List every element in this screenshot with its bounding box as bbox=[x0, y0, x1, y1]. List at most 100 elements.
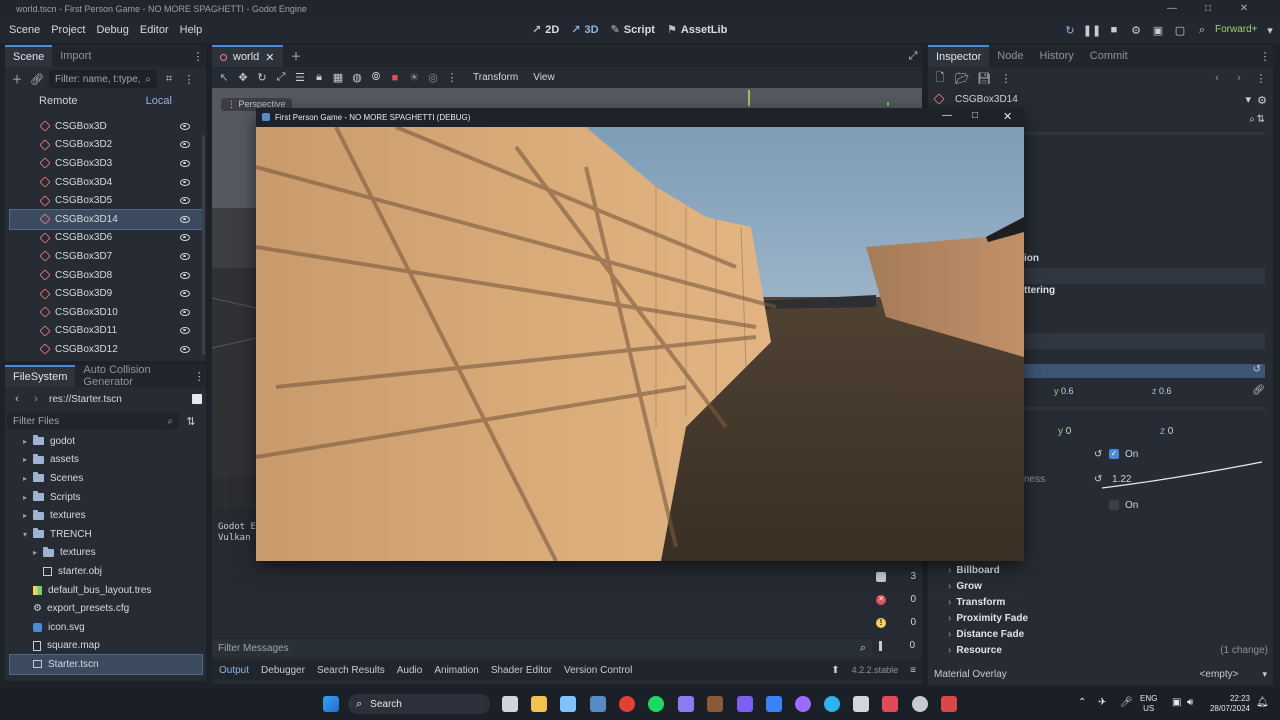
menu-editor[interactable]: Editor bbox=[140, 24, 169, 36]
visibility-eye-icon[interactable] bbox=[180, 290, 190, 298]
message-filter-count[interactable]: 3 bbox=[876, 571, 916, 582]
run-scene-icon[interactable]: ▣ bbox=[1150, 22, 1166, 38]
network-icon[interactable]: ✈ bbox=[1098, 697, 1106, 708]
tab-filesystem[interactable]: FileSystem bbox=[5, 365, 76, 387]
menu-scene[interactable]: Scene bbox=[9, 24, 40, 36]
viewport-menu-icon[interactable]: ⋮ bbox=[444, 70, 460, 86]
minecraft-icon[interactable] bbox=[707, 696, 723, 712]
node-settings-icon[interactable]: ⚙ bbox=[1257, 94, 1267, 107]
curve-slider[interactable] bbox=[1100, 460, 1264, 490]
vec1-z-value[interactable]: 0.6 bbox=[1159, 386, 1172, 396]
renderer-selector[interactable]: Forward+ bbox=[1215, 24, 1258, 35]
checkbox-unchecked-icon[interactable] bbox=[1109, 500, 1119, 510]
obsidian-icon[interactable] bbox=[737, 696, 753, 712]
tab-output[interactable]: Output bbox=[219, 665, 249, 676]
tab-commit[interactable]: Commit bbox=[1082, 45, 1136, 67]
scene-tree-node[interactable]: CSGBox3D3 bbox=[10, 154, 202, 173]
inspector-menu-icon[interactable]: ⋮ bbox=[1257, 48, 1273, 64]
node-filter-input[interactable]: Filter: name, t:type, ⌕ bbox=[49, 70, 157, 88]
scene-tree-node[interactable]: CSGBox3D5 bbox=[10, 191, 202, 210]
start-icon[interactable] bbox=[323, 696, 339, 712]
tab-debugger[interactable]: Debugger bbox=[261, 665, 305, 676]
chevron-right-icon[interactable]: ▸ bbox=[20, 474, 30, 483]
fs-item[interactable]: starter.obj bbox=[10, 562, 202, 581]
fs-item[interactable]: default_bus_layout.tres bbox=[10, 581, 202, 600]
vec2-z-value[interactable]: 0 bbox=[1168, 426, 1174, 437]
section-header[interactable] bbox=[1024, 268, 1265, 284]
menu-help[interactable]: Help bbox=[180, 24, 203, 36]
property-sort-icon[interactable]: ⇅ bbox=[1257, 114, 1265, 125]
split-mode-icon[interactable] bbox=[192, 394, 202, 404]
game-window[interactable]: First Person Game - NO MORE SPAGHETTI (D… bbox=[256, 108, 1024, 561]
discord-icon[interactable] bbox=[678, 696, 694, 712]
distraction-free-icon[interactable]: ⤢ bbox=[905, 48, 921, 64]
edge-icon[interactable] bbox=[824, 696, 840, 712]
notification-icon[interactable]: 🔔︎ bbox=[1256, 697, 1269, 708]
new-resource-icon[interactable]: 🗋︎ bbox=[932, 70, 948, 86]
mode-2d-button[interactable]: ↗ 2D bbox=[532, 23, 559, 37]
link-icon[interactable]: 🔗︎ bbox=[29, 71, 45, 87]
tab-search-results[interactable]: Search Results bbox=[317, 665, 385, 676]
close-icon[interactable]: ✕ bbox=[1003, 110, 1012, 123]
fs-item[interactable]: ▸ textures bbox=[10, 544, 202, 563]
language-indicator[interactable]: ENG US bbox=[1140, 694, 1157, 714]
move-tool-icon[interactable]: ✥ bbox=[235, 70, 251, 86]
snipping-icon[interactable] bbox=[853, 696, 869, 712]
app-icon[interactable] bbox=[560, 696, 576, 712]
scene-menu-icon[interactable]: ⋮ bbox=[181, 71, 197, 87]
obs-icon[interactable] bbox=[912, 696, 928, 712]
minimize-icon[interactable]: — bbox=[1160, 0, 1184, 17]
checkbox-checked-icon[interactable]: ✓ bbox=[1109, 449, 1119, 459]
back-icon[interactable]: ‹ bbox=[9, 391, 25, 407]
fs-item[interactable]: icon.svg bbox=[10, 618, 202, 637]
scene-tree-node[interactable]: CSGBox3D8 bbox=[10, 266, 202, 285]
visibility-eye-icon[interactable] bbox=[180, 159, 190, 167]
godot-taskbar-icon[interactable] bbox=[590, 696, 606, 712]
file-explorer-icon[interactable] bbox=[531, 696, 547, 712]
filter-messages-input[interactable]: Filter Messages ⌕ bbox=[212, 639, 872, 657]
chevron-right-icon[interactable]: ▸ bbox=[20, 493, 30, 502]
fs-filter-input[interactable]: Filter Files ⌕ bbox=[7, 412, 179, 430]
fs-item[interactable]: square.map bbox=[10, 637, 202, 656]
chevron-right-icon[interactable]: ▸ bbox=[20, 437, 30, 446]
scene-tree-scrollbar[interactable] bbox=[202, 135, 205, 355]
tab-history[interactable]: History bbox=[1032, 45, 1082, 67]
tab-scene[interactable]: Scene bbox=[5, 45, 53, 67]
visibility-eye-icon[interactable] bbox=[180, 308, 190, 316]
visibility-eye-icon[interactable] bbox=[180, 327, 190, 335]
transform-menu[interactable]: Transform bbox=[473, 72, 518, 83]
scene-tree-node[interactable]: CSGBox3D7 bbox=[10, 247, 202, 266]
section-transform[interactable]: Transform bbox=[942, 594, 1270, 610]
menu-debug[interactable]: Debug bbox=[96, 24, 128, 36]
visibility-eye-icon[interactable] bbox=[180, 141, 190, 149]
search-icon[interactable]: ⌕ bbox=[1249, 114, 1255, 125]
fs-item[interactable]: Starter.tscn bbox=[9, 654, 203, 675]
error-filter-count[interactable]: ✕ 0 bbox=[876, 594, 916, 605]
scale-tool-icon[interactable]: ⤢ bbox=[273, 70, 289, 86]
scene-tree-node[interactable]: CSGBox3D4 bbox=[10, 173, 202, 192]
object-menu-icon[interactable]: ⋮ bbox=[1253, 70, 1269, 86]
material-overlay-value[interactable]: <empty> bbox=[1200, 669, 1239, 680]
visibility-eye-icon[interactable] bbox=[180, 197, 190, 205]
vec2-y-value[interactable]: 0 bbox=[1066, 426, 1072, 437]
section-grow[interactable]: Grow bbox=[942, 578, 1270, 594]
scene-tree-node[interactable]: CSGBox3D12 bbox=[10, 340, 202, 359]
app2-icon[interactable] bbox=[795, 696, 811, 712]
group-icon[interactable]: ▦ bbox=[330, 70, 346, 86]
chevron-right-icon[interactable]: ▸ bbox=[20, 455, 30, 464]
stop-icon[interactable]: ■ bbox=[1106, 22, 1122, 38]
scene-tree-node[interactable]: CSGBox3D14 bbox=[9, 208, 203, 230]
sort-icon[interactable]: ⇅ bbox=[183, 413, 199, 429]
chevron-down-icon[interactable]: ▾ bbox=[20, 530, 30, 539]
selected-property[interactable]: ↺ bbox=[1024, 364, 1265, 378]
section-header[interactable] bbox=[1024, 333, 1265, 349]
filter-options-icon[interactable]: ⌗ bbox=[161, 71, 177, 87]
fs-path[interactable]: res://Starter.tscn bbox=[49, 394, 122, 405]
warning-filter-count[interactable]: ! 0 bbox=[876, 617, 916, 628]
open-resource-icon[interactable]: 📂︎ bbox=[954, 70, 970, 86]
visibility-eye-icon[interactable] bbox=[180, 345, 190, 353]
tray-chevron-icon[interactable]: ⌃ bbox=[1078, 697, 1086, 708]
mode-script-button[interactable]: ✎ Script bbox=[611, 23, 655, 37]
resource-menu-icon[interactable]: ⋮ bbox=[998, 70, 1014, 86]
history-forward-icon[interactable]: › bbox=[1231, 70, 1247, 86]
